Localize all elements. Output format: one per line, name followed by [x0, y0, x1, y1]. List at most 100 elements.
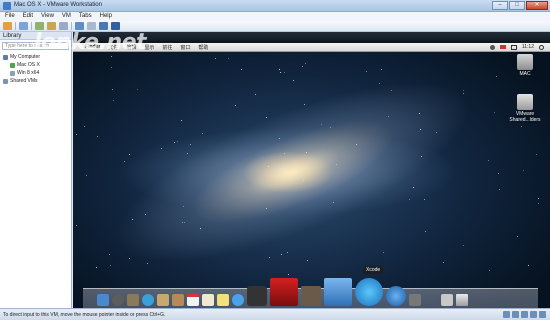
vm-running-icon [10, 62, 15, 68]
photo-booth-icon[interactable] [270, 278, 298, 306]
snapshot-manager-icon[interactable] [59, 22, 68, 30]
close-button[interactable]: ✕ [526, 1, 548, 10]
tree-item-win8[interactable]: Win 8 x64 [0, 69, 71, 77]
star [129, 154, 130, 155]
star [494, 112, 495, 113]
notes-icon[interactable] [217, 294, 229, 306]
facetime-icon[interactable] [247, 286, 267, 306]
device-icons [503, 311, 546, 318]
mail-icon[interactable] [157, 294, 169, 306]
star [304, 104, 305, 105]
star [147, 263, 148, 264]
bluetooth-icon[interactable] [489, 44, 495, 50]
menu-help[interactable]: Help [100, 12, 112, 21]
desktop-icon-label: MAC [519, 71, 531, 77]
star [266, 208, 267, 209]
tree-item-label: Mac OS X [17, 61, 40, 68]
star [137, 89, 138, 90]
mac-desktop[interactable]: MAC VMware Shared...lders Xcode [73, 45, 550, 308]
star [409, 199, 410, 200]
menu-file[interactable]: File [5, 12, 15, 21]
minimize-button[interactable]: – [492, 1, 508, 10]
star [287, 252, 288, 253]
star [269, 257, 270, 258]
sound-status-icon[interactable] [539, 311, 546, 318]
star [284, 153, 285, 154]
fullscreen-icon[interactable] [99, 22, 108, 30]
network-status-icon[interactable] [521, 311, 528, 318]
library-panel: Library Type here to search My Computer … [0, 32, 72, 308]
usb-status-icon[interactable] [530, 311, 537, 318]
shared-icon [3, 78, 8, 84]
star [356, 144, 357, 145]
star [419, 113, 420, 114]
star [463, 90, 464, 91]
menu-view[interactable]: View [41, 12, 54, 21]
menu-bar: File Edit View VM Tabs Help [0, 12, 550, 21]
hard-disk-status-icon[interactable] [503, 311, 510, 318]
calendar-icon[interactable] [187, 294, 199, 306]
star [496, 76, 497, 77]
itunes-icon[interactable] [355, 278, 383, 306]
cd-rom-status-icon[interactable] [512, 311, 519, 318]
toolbar-divider [31, 22, 32, 30]
launchpad-icon[interactable] [112, 294, 124, 306]
dock-tooltip: Xcode [363, 266, 384, 274]
flag-input-icon[interactable] [499, 45, 506, 49]
power-icon[interactable] [3, 22, 12, 30]
menu-vm[interactable]: VM [62, 12, 71, 21]
messages-icon[interactable] [232, 294, 244, 306]
finder-icon[interactable] [97, 294, 109, 306]
spotlight-icon[interactable] [539, 44, 544, 50]
maximize-button[interactable]: □ [509, 1, 525, 10]
iphoto-icon[interactable] [301, 286, 321, 306]
system-preferences-icon[interactable] [409, 294, 421, 306]
mac-menu-window[interactable]: 窗口 [180, 44, 190, 51]
safari-icon[interactable] [142, 294, 154, 306]
star [183, 206, 184, 207]
star [132, 219, 133, 220]
unity-icon[interactable] [111, 22, 120, 30]
mac-menu-help[interactable]: 帮助 [198, 44, 208, 51]
volume-icon[interactable] [510, 44, 517, 50]
reminders-icon[interactable] [202, 294, 214, 306]
star [268, 166, 269, 167]
desktop-icon-mac-drive[interactable]: MAC [507, 54, 543, 77]
star [366, 71, 367, 72]
thumbnail-bar-icon[interactable] [87, 22, 96, 30]
star [521, 126, 522, 127]
menu-tabs[interactable]: Tabs [79, 12, 92, 21]
star [528, 265, 529, 266]
star [110, 265, 111, 266]
desktop-icon-shared-folders[interactable]: VMware Shared...lders [507, 94, 543, 123]
contacts-icon[interactable] [172, 294, 184, 306]
revert-snapshot-icon[interactable] [47, 22, 56, 30]
vm-display[interactable]: Finder 文件 编辑 显示 前往 窗口 帮助 11:12 MAC VMwar… [73, 32, 550, 308]
window-controls: – □ ✕ [492, 1, 548, 10]
star [333, 202, 334, 203]
star [413, 187, 414, 188]
tree-item-shared-vms[interactable]: Shared VMs [0, 77, 71, 85]
mac-menu-go[interactable]: 前往 [162, 44, 172, 51]
star [76, 225, 77, 226]
star [379, 83, 380, 84]
xcode-icon[interactable] [324, 278, 352, 306]
star [145, 214, 146, 215]
tree-item-mac-os-x[interactable]: Mac OS X [0, 61, 71, 69]
star [436, 132, 437, 133]
watermark-logo: lonke.net [34, 30, 147, 55]
downloads-stack-icon[interactable] [441, 294, 453, 306]
star [463, 245, 464, 246]
mac-clock[interactable]: 11:12 [522, 44, 534, 50]
snapshot-icon[interactable] [35, 22, 44, 30]
star [293, 80, 294, 81]
trash-icon[interactable] [456, 294, 468, 306]
star [305, 63, 306, 64]
app-store-icon[interactable] [386, 286, 406, 306]
menu-edit[interactable]: Edit [23, 12, 33, 21]
star [84, 126, 85, 127]
send-ctrl-alt-del-icon[interactable] [19, 22, 28, 30]
library-toggle-icon[interactable] [75, 22, 84, 30]
star [228, 58, 229, 59]
mission-control-icon[interactable] [127, 294, 139, 306]
